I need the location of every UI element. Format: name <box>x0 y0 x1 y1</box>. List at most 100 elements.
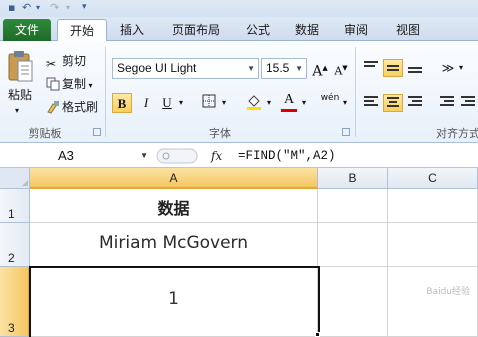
copy-icon <box>46 77 60 91</box>
bold-button[interactable]: B <box>112 93 132 113</box>
redo-icon[interactable]: ↷ <box>50 1 59 14</box>
worksheet-grid: A B C 1 2 3 数据 Miriam McGovern 1 Baidu经验 <box>0 168 478 337</box>
orientation-dropdown-icon[interactable]: ▾ <box>456 58 466 78</box>
tab-file[interactable]: 文件 <box>3 19 51 41</box>
borders-icon <box>202 94 216 108</box>
row-header-2-label: 2 <box>8 251 15 265</box>
phonetic-guide-label: wén <box>320 93 340 103</box>
font-color-letter: A <box>283 92 295 107</box>
watermark: Baidu经验 <box>426 287 470 297</box>
align-top-button[interactable] <box>361 59 381 77</box>
redo-dropdown-icon[interactable]: ▾ <box>66 1 70 14</box>
align-center-button[interactable] <box>383 94 403 112</box>
grow-font-button[interactable]: A▲ <box>310 58 330 80</box>
tab-formulas[interactable]: 公式 <box>238 19 278 41</box>
group-separator <box>355 47 356 137</box>
cell-b1[interactable] <box>318 189 388 223</box>
undo-dropdown-icon[interactable]: ▾ <box>36 1 40 14</box>
cut-label: 剪切 <box>62 54 87 68</box>
save-icon[interactable]: ▪ <box>8 1 15 14</box>
orientation-button[interactable]: ≫ <box>438 58 458 78</box>
tab-review[interactable]: 审阅 <box>336 19 376 41</box>
tab-insert[interactable]: 插入 <box>112 19 152 41</box>
tab-data[interactable]: 数据 <box>287 19 327 41</box>
font-size-value: 15.5 <box>266 61 290 75</box>
cell-a2[interactable]: Miriam McGovern <box>30 223 318 267</box>
shrink-font-button[interactable]: A▼ <box>331 58 351 78</box>
borders-button[interactable] <box>199 93 219 113</box>
phonetic-dropdown-icon[interactable]: ▾ <box>340 93 350 113</box>
font-name-dropdown-icon[interactable]: ▼ <box>247 59 255 78</box>
cut-button[interactable]: ✂ 剪切 <box>46 51 86 71</box>
ribbon-home: 粘贴 ▾ ✂ 剪切 复制 ▾ 格式刷 剪贴板 Segoe UI Light ▼ 15… <box>0 41 478 143</box>
selection-border <box>29 266 320 337</box>
group-separator <box>105 47 106 137</box>
copy-button[interactable]: 复制 ▾ <box>46 74 93 94</box>
font-launcher-icon[interactable] <box>342 128 350 136</box>
font-group-label: 字体 <box>209 127 231 140</box>
font-size-dropdown-icon[interactable]: ▼ <box>295 59 303 78</box>
insert-function-button[interactable]: fx <box>211 147 231 165</box>
font-color-swatch <box>281 109 297 112</box>
fill-color-dropdown-icon[interactable]: ▾ <box>264 93 274 113</box>
font-color-dropdown-icon[interactable]: ▾ <box>299 93 309 113</box>
cell-a2-text: Miriam McGovern <box>98 233 249 253</box>
paste-dropdown-icon[interactable]: ▾ <box>15 101 19 121</box>
undo-icon[interactable]: ↶ <box>22 1 31 14</box>
cell-c2[interactable] <box>388 223 478 267</box>
borders-dropdown-icon[interactable]: ▾ <box>219 93 229 113</box>
decrease-indent-button[interactable] <box>437 94 457 112</box>
customize-toolbar-icon[interactable]: ▾ <box>82 1 87 14</box>
alignment-group-label: 对齐方式 <box>436 127 478 140</box>
cell-b3[interactable] <box>318 267 388 337</box>
cell-c1[interactable] <box>388 189 478 223</box>
column-header-c[interactable]: C <box>388 168 478 189</box>
name-box[interactable]: A3 ▼ <box>8 147 148 165</box>
ribbon-tab-bar: 文件 开始 插入 页面布局 公式 数据 审阅 视图 <box>0 17 478 42</box>
cell-a1[interactable]: 数据 <box>30 189 318 223</box>
italic-button[interactable]: I <box>136 93 156 113</box>
align-left-button[interactable] <box>361 94 381 112</box>
align-right-button[interactable] <box>405 94 425 112</box>
tab-home[interactable]: 开始 <box>57 19 107 42</box>
cell-a1-text: 数据 <box>157 199 190 218</box>
row-header-3[interactable]: 3 <box>0 267 30 337</box>
underline-button[interactable]: U <box>157 93 177 113</box>
font-name-combo[interactable]: Segoe UI Light ▼ <box>112 58 259 79</box>
grow-font-label: A <box>312 63 323 80</box>
cell-c3[interactable] <box>388 267 478 337</box>
row-header-1[interactable]: 1 <box>0 189 30 223</box>
tab-view[interactable]: 视图 <box>388 19 428 41</box>
clipboard-launcher-icon[interactable] <box>93 128 101 136</box>
paint-bucket-icon <box>247 95 261 110</box>
font-color-button[interactable]: A <box>279 91 299 113</box>
column-header-b[interactable]: B <box>318 168 388 189</box>
align-middle-button[interactable] <box>383 59 403 77</box>
cell-b2[interactable] <box>318 223 388 267</box>
formula-input[interactable]: =FIND("M",A2) <box>238 146 336 166</box>
align-bottom-button[interactable] <box>405 59 425 77</box>
formula-bar: A3 ▼ fx =FIND("M",A2) <box>0 143 478 168</box>
select-all-corner[interactable] <box>0 168 30 189</box>
column-header-a[interactable]: A <box>30 168 318 189</box>
format-painter-icon <box>46 100 60 114</box>
font-size-combo[interactable]: 15.5 ▼ <box>261 58 307 79</box>
row-header-3-label: 3 <box>8 321 15 335</box>
copy-dropdown-icon[interactable]: ▾ <box>86 81 93 90</box>
format-painter-label: 格式刷 <box>62 100 99 114</box>
row-header-2[interactable]: 2 <box>0 223 30 267</box>
row-header-1-label: 1 <box>8 207 15 221</box>
copy-label: 复制 <box>62 77 87 91</box>
name-box-dropdown-icon[interactable]: ▼ <box>140 147 148 165</box>
name-box-value: A3 <box>58 148 74 163</box>
format-painter-button[interactable]: 格式刷 <box>46 97 98 117</box>
fill-handle[interactable] <box>315 332 320 337</box>
tab-page-layout[interactable]: 页面布局 <box>162 19 230 41</box>
paste-icon[interactable] <box>6 49 34 85</box>
paste-button[interactable]: 粘贴 <box>8 85 32 105</box>
scissors-icon: ✂ <box>46 57 57 71</box>
increase-indent-button[interactable] <box>458 94 478 112</box>
phonetic-guide-button[interactable]: wén <box>318 91 342 111</box>
fill-color-button[interactable] <box>244 93 264 113</box>
underline-dropdown-icon[interactable]: ▾ <box>176 93 186 113</box>
